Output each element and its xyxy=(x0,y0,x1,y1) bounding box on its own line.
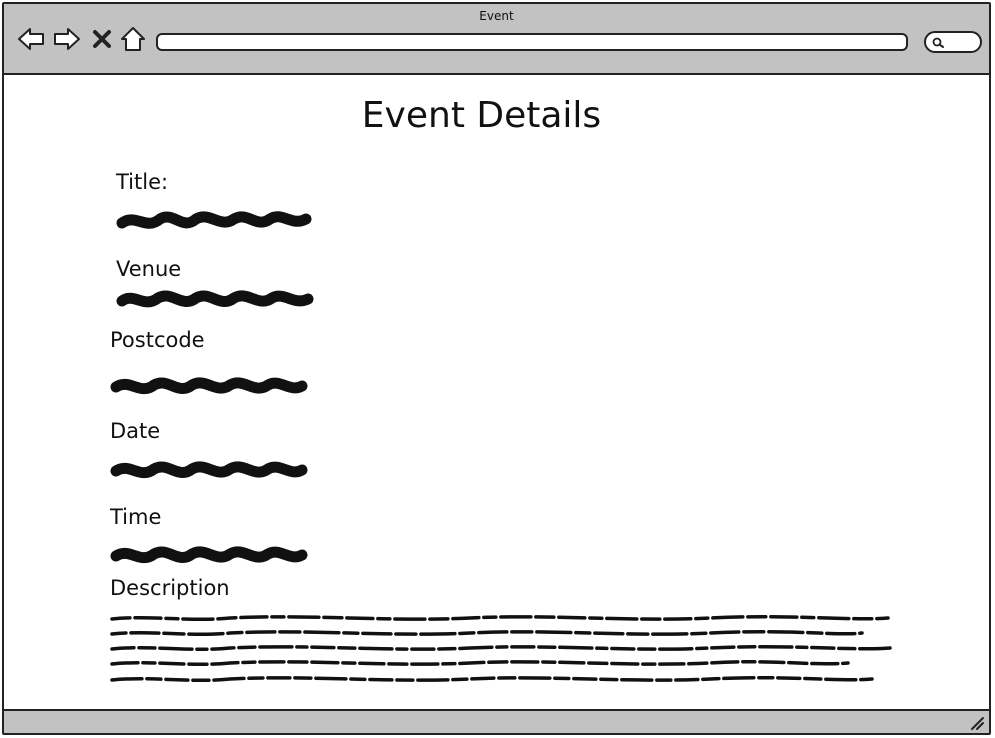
date-value-placeholder xyxy=(110,461,308,479)
page-content: Event Details Title: Venue Postcode Date… xyxy=(4,75,989,710)
description-label: Description xyxy=(110,576,230,600)
time-value-placeholder xyxy=(110,546,308,564)
search-box[interactable] xyxy=(924,31,982,53)
page-title: Event Details xyxy=(361,95,602,136)
time-label: Time xyxy=(110,505,162,529)
title-value-placeholder xyxy=(116,211,312,229)
search-icon xyxy=(932,37,944,48)
home-icon[interactable] xyxy=(118,24,148,54)
address-bar[interactable] xyxy=(156,33,908,51)
postcode-value-placeholder xyxy=(110,377,308,395)
close-x-icon[interactable] xyxy=(90,24,114,54)
resize-grip-icon[interactable] xyxy=(969,715,985,731)
window-title: Event xyxy=(479,9,514,23)
title-label: Title: xyxy=(116,170,169,194)
browser-window: Event Event Details Title: Venue Postcod… xyxy=(2,2,991,735)
venue-label: Venue xyxy=(116,257,182,281)
description-text-placeholder xyxy=(110,614,892,683)
status-bar xyxy=(4,709,989,733)
forward-arrow-icon[interactable] xyxy=(52,24,82,54)
back-arrow-icon[interactable] xyxy=(16,24,46,54)
date-label: Date xyxy=(110,419,161,443)
browser-toolbar: Event xyxy=(4,4,989,75)
venue-value-placeholder xyxy=(116,290,314,308)
postcode-label: Postcode xyxy=(110,328,205,352)
